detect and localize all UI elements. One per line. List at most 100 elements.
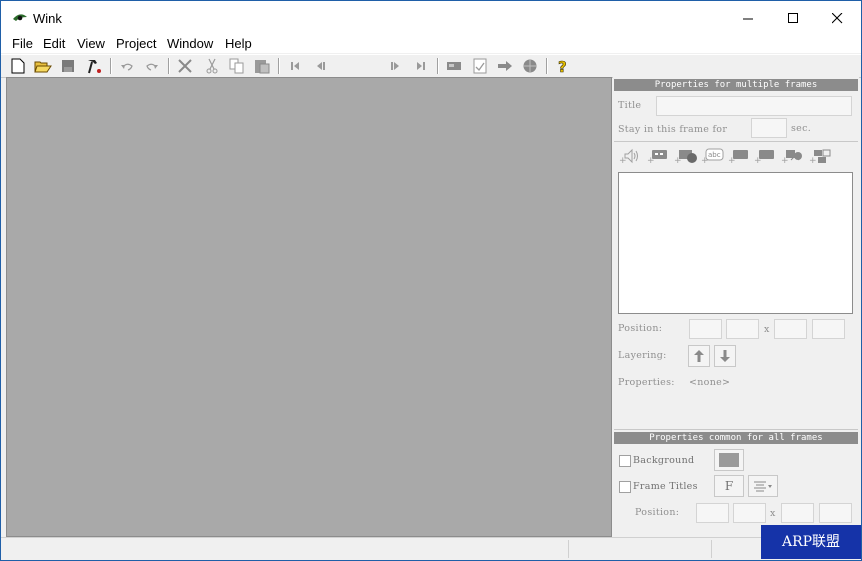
- save-button[interactable]: [59, 57, 77, 75]
- minimize-button[interactable]: [726, 1, 770, 35]
- position-x-input[interactable]: [689, 319, 722, 339]
- menu-project[interactable]: Project: [116, 36, 156, 51]
- background-label: Background: [633, 455, 695, 466]
- delete-x-icon: [178, 59, 192, 73]
- layer-up-button[interactable]: [688, 345, 710, 367]
- add-audio-icon[interactable]: +: [619, 147, 641, 165]
- open-button[interactable]: [34, 57, 52, 75]
- title-bar: Wink: [1, 1, 861, 35]
- first-frame-icon: [291, 62, 299, 70]
- new-button[interactable]: [9, 57, 27, 75]
- frame-titles-checkbox[interactable]: [619, 481, 631, 493]
- position-label: Position:: [618, 323, 663, 334]
- layering-label: Layering:: [618, 350, 667, 361]
- align-center-icon: [754, 481, 772, 492]
- menu-view[interactable]: View: [77, 36, 105, 51]
- position-y-input[interactable]: [726, 319, 759, 339]
- size-height-input[interactable]: [812, 319, 845, 339]
- add-frame-button[interactable]: [445, 57, 463, 75]
- svg-text:+: +: [809, 156, 817, 165]
- stay-label: Stay in this frame for: [618, 124, 728, 135]
- save-icon: [62, 60, 74, 72]
- properties-label: Properties:: [618, 377, 675, 388]
- toolbar: ?: [1, 54, 861, 78]
- menu-file[interactable]: File: [12, 36, 33, 51]
- arrow-right-icon: [498, 61, 512, 71]
- multi-frames-header: Properties for multiple frames: [614, 79, 858, 91]
- add-group-icon[interactable]: +: [809, 147, 833, 165]
- render-button[interactable]: [85, 57, 103, 75]
- close-button[interactable]: [815, 1, 859, 35]
- add-text-box-icon[interactable]: +: [647, 147, 669, 165]
- titles-position-x-input[interactable]: [696, 503, 729, 523]
- maximize-button[interactable]: [771, 1, 815, 35]
- copy-icon: [229, 58, 244, 74]
- help-button[interactable]: ?: [554, 57, 572, 75]
- next-frame-icon: [391, 62, 399, 70]
- all-frames-header: Properties common for all frames: [614, 432, 858, 444]
- scissors-icon: [206, 58, 218, 74]
- add-image-icon[interactable]: +: [754, 147, 776, 165]
- sec-label: sec.: [791, 123, 812, 134]
- add-shape-icon[interactable]: +: [781, 147, 805, 165]
- first-frame-button[interactable]: [286, 57, 304, 75]
- font-button[interactable]: F: [714, 475, 744, 497]
- toolbar-separator: [546, 58, 548, 74]
- title-label: Title: [618, 100, 642, 111]
- stay-seconds-input[interactable]: [751, 118, 787, 138]
- panel-divider: [614, 141, 858, 142]
- background-color-button[interactable]: [714, 449, 744, 471]
- properties-value: <none>: [689, 377, 731, 388]
- watermark-badge: ARP联盟 arpun.com: [761, 525, 861, 559]
- objects-list[interactable]: [618, 172, 853, 314]
- toolbar-separator: [168, 58, 170, 74]
- redo-button[interactable]: [143, 57, 161, 75]
- properties-panel: Properties for multiple frames Title Sta…: [613, 77, 859, 535]
- main-window: Wink File Edit View Project Window Help: [0, 0, 862, 561]
- menu-help[interactable]: Help: [225, 36, 252, 51]
- question-mark-icon: ?: [558, 58, 567, 74]
- undo-icon: [121, 63, 133, 71]
- frame-canvas[interactable]: [6, 77, 612, 537]
- size-width-input[interactable]: [774, 319, 807, 339]
- last-frame-icon: [417, 62, 425, 70]
- size-x-label: x: [764, 324, 770, 335]
- delete-button[interactable]: [176, 57, 194, 75]
- titles-size-height-input[interactable]: [819, 503, 852, 523]
- add-button-icon[interactable]: +: [728, 147, 750, 165]
- arrow-down-icon: [720, 350, 730, 362]
- menu-window[interactable]: Window: [167, 36, 213, 51]
- titles-size-width-input[interactable]: [781, 503, 814, 523]
- add-label-icon[interactable]: +abc: [701, 147, 725, 165]
- last-frame-button[interactable]: [412, 57, 430, 75]
- maximize-icon: [787, 12, 798, 23]
- undo-button[interactable]: [118, 57, 136, 75]
- copy-button[interactable]: [228, 57, 246, 75]
- paste-button[interactable]: [253, 57, 271, 75]
- export-button[interactable]: [521, 57, 539, 75]
- minimize-icon: [742, 18, 753, 19]
- cut-button[interactable]: [203, 57, 221, 75]
- previous-frame-button[interactable]: [312, 57, 330, 75]
- wink-eye-icon: [13, 14, 27, 21]
- open-folder-icon: [34, 61, 52, 73]
- menu-bar: File Edit View Project Window Help: [1, 35, 861, 53]
- hammer-icon: [88, 60, 101, 74]
- add-callout-icon[interactable]: +: [674, 147, 698, 165]
- titles-position-y-input[interactable]: [733, 503, 766, 523]
- background-color-swatch: [719, 453, 739, 467]
- properties-button[interactable]: [471, 57, 489, 75]
- layer-down-button[interactable]: [714, 345, 736, 367]
- goto-button[interactable]: [496, 57, 514, 75]
- status-separator: [711, 540, 712, 558]
- checklist-icon: [473, 58, 487, 74]
- menu-edit[interactable]: Edit: [43, 36, 65, 51]
- status-bar: [1, 537, 861, 560]
- svg-text:?: ?: [558, 58, 567, 74]
- alignment-dropdown[interactable]: [748, 475, 778, 497]
- next-frame-button[interactable]: [386, 57, 404, 75]
- titles-position-label: Position:: [635, 507, 680, 518]
- title-input[interactable]: [656, 96, 852, 116]
- background-checkbox[interactable]: [619, 455, 631, 467]
- arrow-up-icon: [694, 350, 704, 362]
